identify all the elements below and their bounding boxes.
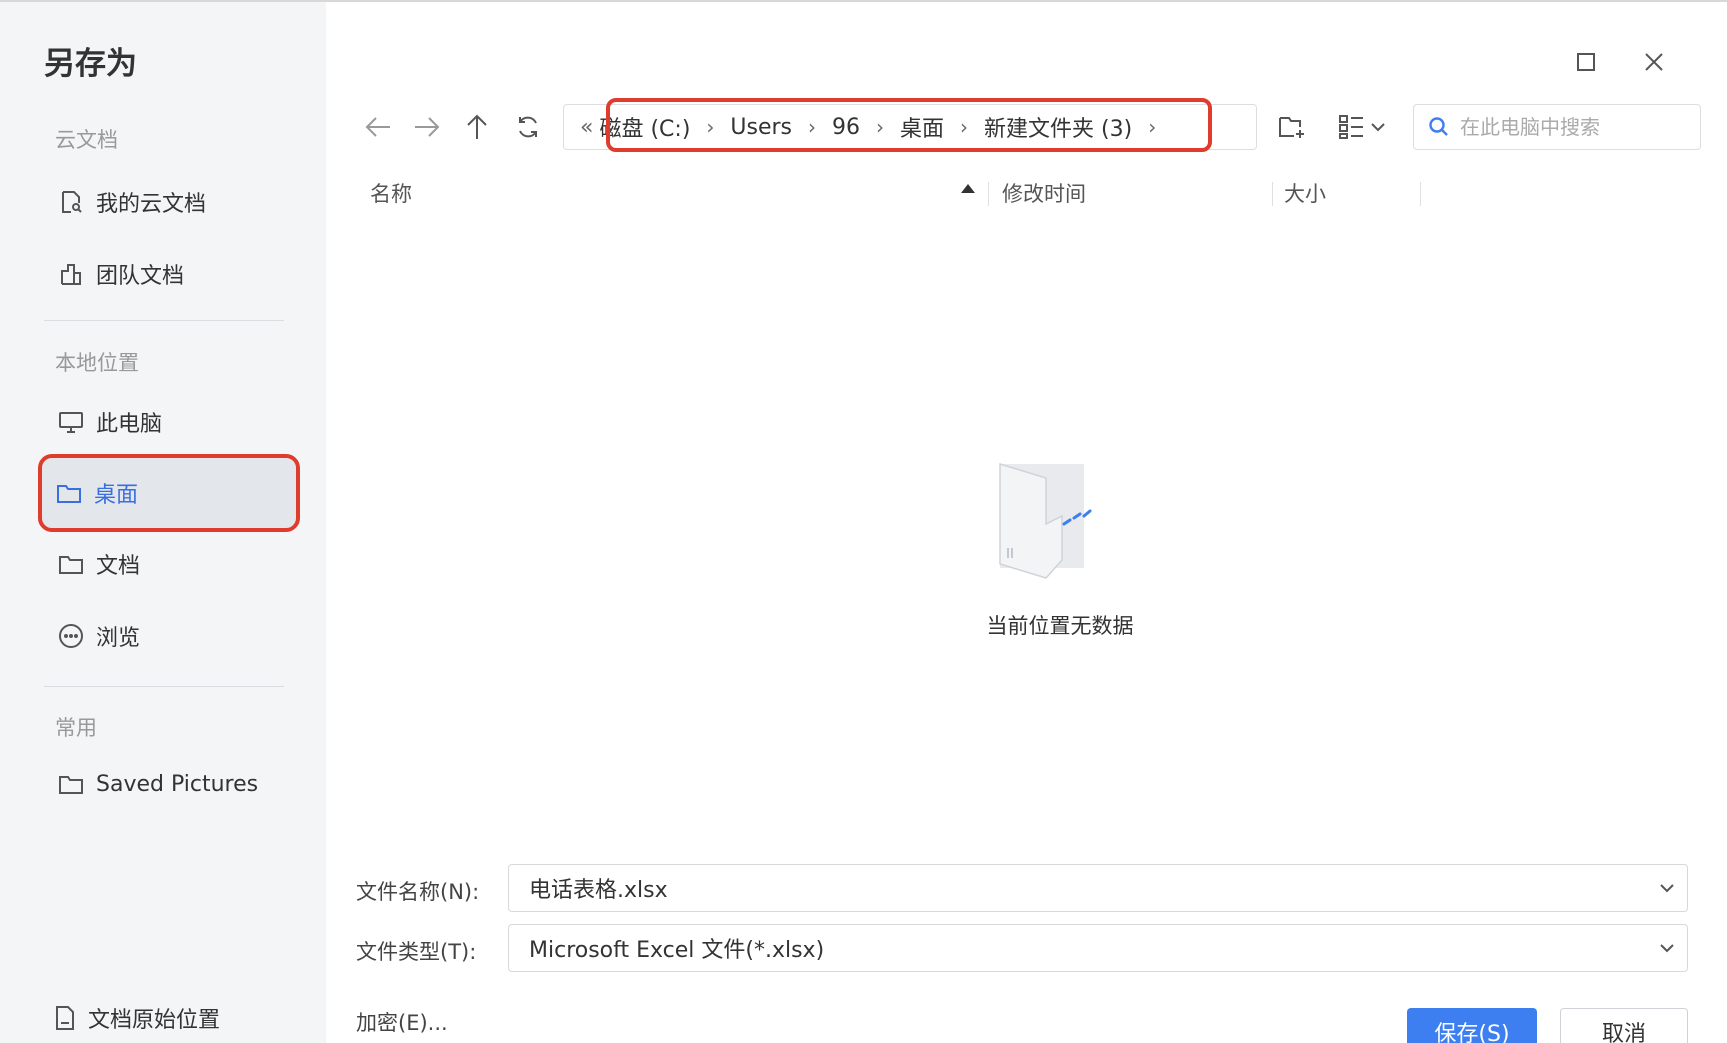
arrow-up-icon: [467, 114, 487, 139]
arrow-left-icon: [365, 117, 390, 137]
sidebar-item-desktop[interactable]: 桌面: [38, 454, 300, 532]
search-icon: [1429, 117, 1448, 136]
chevron-down-icon: [1371, 123, 1385, 132]
sidebar-item-this-pc[interactable]: 此电脑: [44, 388, 294, 456]
save-button[interactable]: 保存(S): [1407, 1008, 1537, 1043]
sidebar-item-my-cloud-docs[interactable]: 我的云文档: [44, 168, 294, 236]
up-button[interactable]: [460, 110, 494, 144]
chevron-down-icon[interactable]: [1647, 942, 1687, 954]
maximize-button[interactable]: [1568, 44, 1604, 80]
new-folder-button[interactable]: [1278, 110, 1306, 144]
new-folder-icon: [1279, 117, 1304, 138]
breadcrumb-segment[interactable]: 96: [830, 115, 862, 140]
cloud-doc-icon: [56, 187, 86, 217]
sidebar: 另存为 云文档 我的云文档 团队文档 本地位置 此电脑 桌面 文档 浏览 常用 …: [0, 2, 326, 1043]
sidebar-item-label: 此电脑: [96, 412, 163, 437]
sidebar-item-label: 文档原始位置: [88, 1008, 221, 1033]
sidebar-item-label: 团队文档: [96, 264, 185, 289]
document-icon: [52, 1005, 78, 1031]
sidebar-item-label: Saved Pictures: [96, 771, 259, 797]
sidebar-item-original-location[interactable]: 文档原始位置: [52, 1002, 220, 1034]
sidebar-item-browse[interactable]: 浏览: [44, 602, 294, 670]
more-circle-icon: [56, 621, 86, 651]
breadcrumb-segment[interactable]: 桌面: [898, 111, 946, 143]
sidebar-divider: [44, 686, 284, 687]
sidebar-item-label: 我的云文档: [96, 192, 207, 217]
filetype-label: 文件类型(T):: [356, 940, 477, 964]
filename-value[interactable]: 电话表格.xlsx: [529, 872, 1647, 904]
search-input[interactable]: [1460, 115, 1700, 139]
empty-folder-illustration: [999, 462, 1092, 579]
breadcrumb: « 磁盘 (C:) › Users › 96 › 桌面 › 新建文件夹 (3) …: [580, 108, 1170, 146]
sidebar-item-documents[interactable]: 文档: [44, 530, 294, 598]
breadcrumb-segment[interactable]: 磁盘 (C:): [597, 111, 692, 143]
column-header-size[interactable]: 大小: [1284, 178, 1326, 208]
close-button[interactable]: [1636, 44, 1672, 80]
encrypt-link[interactable]: 加密(E)...: [356, 1007, 448, 1037]
chevron-right-icon: ›: [808, 115, 817, 139]
refresh-icon: [519, 116, 537, 138]
maximize-icon: [1577, 53, 1595, 71]
section-label-local: 本地位置: [55, 351, 139, 375]
monitor-icon: [56, 407, 86, 437]
close-icon: [1645, 53, 1663, 71]
sidebar-item-saved-pictures[interactable]: Saved Pictures: [44, 750, 294, 818]
filename-field[interactable]: 电话表格.xlsx: [508, 864, 1688, 912]
filetype-value: Microsoft Excel 文件(*.xlsx): [529, 938, 825, 963]
sort-ascending-icon: [961, 184, 975, 193]
list-view-icon: [1339, 115, 1363, 139]
breadcrumb-segment[interactable]: Users: [728, 115, 794, 140]
column-header-modified[interactable]: 修改时间: [1002, 178, 1086, 208]
chevron-right-icon: ›: [706, 115, 715, 139]
column-separator[interactable]: [988, 182, 989, 206]
sidebar-item-label: 文档: [96, 554, 141, 579]
cancel-button[interactable]: 取消: [1560, 1008, 1688, 1043]
column-separator[interactable]: [1420, 182, 1421, 206]
arrow-right-icon: [415, 117, 440, 137]
breadcrumb-overflow-icon[interactable]: «: [580, 115, 593, 140]
folder-icon: [54, 478, 84, 508]
chevron-right-icon: ›: [960, 115, 969, 139]
chevron-right-icon: ›: [876, 115, 885, 139]
breadcrumb-segment[interactable]: 新建文件夹 (3): [982, 111, 1134, 143]
chevron-right-icon[interactable]: ›: [1148, 115, 1156, 139]
sidebar-item-label: 桌面: [94, 483, 139, 508]
dialog-title: 另存为: [44, 46, 137, 82]
section-label-cloud: 云文档: [55, 128, 118, 152]
empty-state-text: 当前位置无数据: [986, 614, 1134, 638]
column-header-name[interactable]: 名称: [370, 178, 412, 208]
column-separator[interactable]: [1272, 182, 1273, 206]
back-button[interactable]: [361, 110, 395, 144]
folder-icon: [56, 549, 86, 579]
sidebar-item-team-docs[interactable]: 团队文档: [44, 240, 294, 308]
team-doc-icon: [56, 259, 86, 289]
section-label-common: 常用: [55, 716, 97, 740]
view-mode-button[interactable]: [1338, 110, 1386, 144]
folder-icon: [56, 769, 86, 799]
sidebar-item-label: 浏览: [96, 626, 141, 651]
sidebar-divider: [44, 320, 284, 321]
forward-button[interactable]: [410, 110, 444, 144]
search-box[interactable]: [1413, 104, 1701, 150]
filetype-select[interactable]: Microsoft Excel 文件(*.xlsx): [508, 924, 1688, 972]
refresh-button[interactable]: [511, 110, 545, 144]
filename-label: 文件名称(N):: [356, 880, 480, 904]
chevron-down-icon[interactable]: [1647, 882, 1687, 894]
